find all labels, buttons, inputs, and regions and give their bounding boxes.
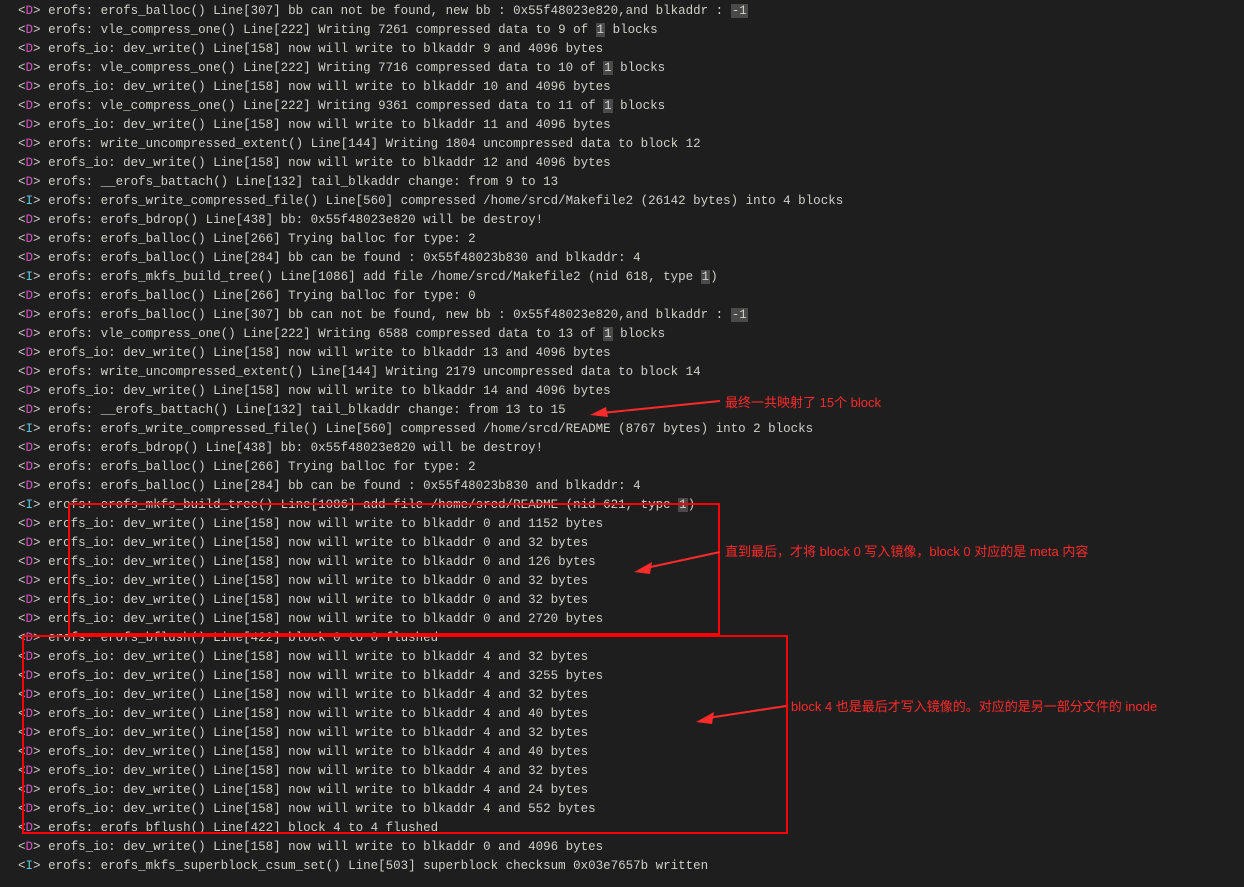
log-line: <D> erofs_io: dev_write() Line[158] now … (18, 705, 1244, 724)
log-line: <D> erofs_io: dev_write() Line[158] now … (18, 344, 1244, 363)
log-line: <D> erofs_io: dev_write() Line[158] now … (18, 78, 1244, 97)
log-line: <D> erofs_io: dev_write() Line[158] now … (18, 382, 1244, 401)
log-line: <D> erofs: vle_compress_one() Line[222] … (18, 59, 1244, 78)
log-line: <D> erofs: erofs_bdrop() Line[438] bb: 0… (18, 439, 1244, 458)
log-line: <D> erofs_io: dev_write() Line[158] now … (18, 154, 1244, 173)
log-line: <D> erofs: erofs_bflush() Line[422] bloc… (18, 819, 1244, 838)
log-line: <D> erofs: vle_compress_one() Line[222] … (18, 97, 1244, 116)
log-line: <I> erofs: erofs_mkfs_build_tree() Line[… (18, 268, 1244, 287)
log-line: <D> erofs_io: dev_write() Line[158] now … (18, 800, 1244, 819)
log-line: <D> erofs_io: dev_write() Line[158] now … (18, 572, 1244, 591)
log-line: <D> erofs: erofs_balloc() Line[266] Tryi… (18, 458, 1244, 477)
log-line: <D> erofs_io: dev_write() Line[158] now … (18, 648, 1244, 667)
log-line: <D> erofs: erofs_balloc() Line[266] Tryi… (18, 287, 1244, 306)
log-line: <I> erofs: erofs_write_compressed_file()… (18, 420, 1244, 439)
log-line: <D> erofs_io: dev_write() Line[158] now … (18, 724, 1244, 743)
log-line: <D> erofs: erofs_bdrop() Line[438] bb: 0… (18, 211, 1244, 230)
log-line: <D> erofs_io: dev_write() Line[158] now … (18, 781, 1244, 800)
log-line: <D> erofs_io: dev_write() Line[158] now … (18, 686, 1244, 705)
log-line: <D> erofs_io: dev_write() Line[158] now … (18, 762, 1244, 781)
log-line: <D> erofs_io: dev_write() Line[158] now … (18, 40, 1244, 59)
log-line: <D> erofs: erofs_balloc() Line[307] bb c… (18, 2, 1244, 21)
log-line: <I> erofs: erofs_write_compressed_file()… (18, 192, 1244, 211)
log-line: <D> erofs_io: dev_write() Line[158] now … (18, 838, 1244, 857)
log-line: <D> erofs: erofs_balloc() Line[284] bb c… (18, 477, 1244, 496)
terminal-log: <D> erofs: erofs_balloc() Line[307] bb c… (18, 2, 1244, 876)
log-line: <D> erofs: vle_compress_one() Line[222] … (18, 325, 1244, 344)
log-line: <D> erofs: erofs_bflush() Line[422] bloc… (18, 629, 1244, 648)
log-line: <I> erofs: erofs_mkfs_build_tree() Line[… (18, 496, 1244, 515)
log-line: <D> erofs: write_uncompressed_extent() L… (18, 135, 1244, 154)
log-line: <D> erofs: vle_compress_one() Line[222] … (18, 21, 1244, 40)
log-line: <D> erofs_io: dev_write() Line[158] now … (18, 591, 1244, 610)
log-line: <D> erofs_io: dev_write() Line[158] now … (18, 534, 1244, 553)
log-line: <D> erofs_io: dev_write() Line[158] now … (18, 553, 1244, 572)
log-line: <D> erofs: erofs_balloc() Line[284] bb c… (18, 249, 1244, 268)
log-line: <D> erofs: erofs_balloc() Line[307] bb c… (18, 306, 1244, 325)
log-line: <D> erofs: write_uncompressed_extent() L… (18, 363, 1244, 382)
log-line: <D> erofs: erofs_balloc() Line[266] Tryi… (18, 230, 1244, 249)
log-line: <D> erofs: __erofs_battach() Line[132] t… (18, 173, 1244, 192)
log-line: <D> erofs_io: dev_write() Line[158] now … (18, 116, 1244, 135)
log-line: <D> erofs_io: dev_write() Line[158] now … (18, 743, 1244, 762)
log-line: <D> erofs_io: dev_write() Line[158] now … (18, 610, 1244, 629)
log-line: <D> erofs: __erofs_battach() Line[132] t… (18, 401, 1244, 420)
log-line: <D> erofs_io: dev_write() Line[158] now … (18, 667, 1244, 686)
log-line: <I> erofs: erofs_mkfs_superblock_csum_se… (18, 857, 1244, 876)
log-line: <D> erofs_io: dev_write() Line[158] now … (18, 515, 1244, 534)
